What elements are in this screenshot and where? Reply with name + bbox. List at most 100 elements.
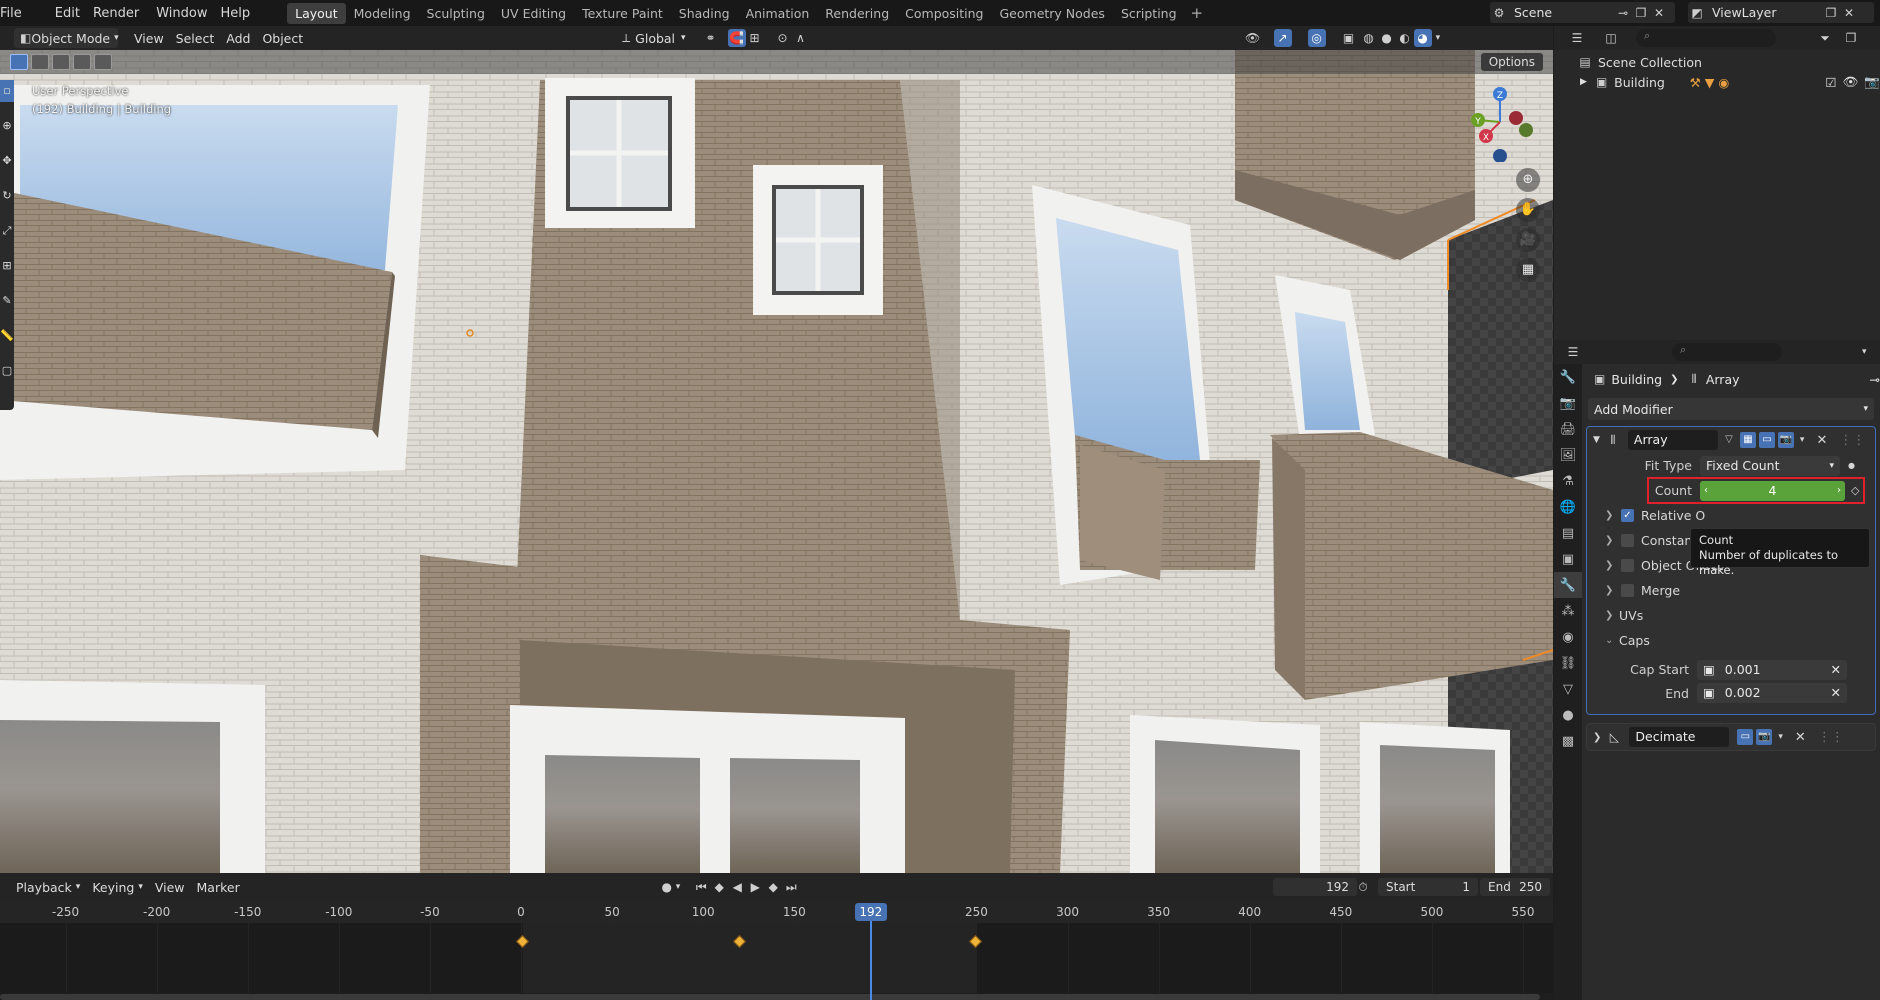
new-layer-icon[interactable]: ❐ [1822, 4, 1840, 22]
menu-object[interactable]: Object [256, 28, 309, 48]
wireframe-shading-icon[interactable]: ◍ [1360, 29, 1378, 47]
view-layer-selector[interactable]: ◩ ViewLayer ❐ ✕ [1688, 2, 1874, 23]
navigation-gizmo[interactable]: Z Y X [1460, 82, 1540, 162]
constant-offset-checkbox[interactable] [1621, 534, 1634, 547]
cap-end-field[interactable]: ▣ 0.002 ✕ [1697, 683, 1847, 703]
material-shading-icon[interactable]: ◐ [1396, 29, 1414, 47]
drag-handle-icon[interactable]: ⋮⋮ [1818, 730, 1844, 745]
menu-view[interactable]: View [149, 877, 191, 897]
delete-modifier-icon[interactable]: ✕ [1816, 433, 1827, 448]
record-icon[interactable]: ● [658, 878, 676, 896]
expand-chevron-icon[interactable]: ❯ [1593, 732, 1601, 743]
collection-tab-icon[interactable]: ▤ [1554, 520, 1582, 546]
object-offset-checkbox[interactable] [1621, 559, 1634, 572]
relative-offset-checkbox[interactable]: ✓ [1621, 509, 1634, 522]
data-tab-icon[interactable]: ▽ [1554, 676, 1582, 702]
xray-icon[interactable]: ▣ [1340, 29, 1358, 47]
menu-file[interactable]: File [0, 6, 31, 21]
timeline-scrollbar[interactable] [0, 994, 1540, 1000]
zoom-icon[interactable]: ⊕ [1516, 168, 1540, 192]
editor-type-icon[interactable]: ☰ [1568, 29, 1586, 47]
on-cage-icon[interactable]: ▽ [1721, 432, 1737, 448]
relative-offset-row[interactable]: ❯ ✓ Relative O [1587, 503, 1875, 528]
render-icon[interactable]: 📷 [1777, 432, 1794, 448]
render-camera-icon[interactable]: 📷 [1864, 74, 1880, 90]
mode-dropdown[interactable]: ◧ Object Mode ▾ [14, 28, 119, 48]
texture-tab-icon[interactable]: ▩ [1554, 728, 1582, 754]
object-tab-icon[interactable]: ▣ [1554, 546, 1582, 572]
current-frame-field[interactable]: 192 [1273, 878, 1357, 896]
display-mode-icon[interactable]: ◫ [1602, 29, 1620, 47]
menu-help[interactable]: Help [217, 6, 260, 21]
close-icon[interactable]: ✕ [1650, 4, 1668, 22]
play-icon[interactable]: ▶ [746, 878, 764, 896]
pin-icon[interactable]: ⊸ [1870, 372, 1880, 387]
timeline-tracks[interactable] [0, 923, 1553, 993]
options-dropdown[interactable]: Options [1480, 53, 1543, 71]
annotate-tool-icon[interactable]: ✎ [0, 290, 14, 312]
cursor-tool-icon[interactable]: ⊕ [0, 115, 14, 137]
expand-chevron-icon[interactable]: ❯ [1605, 535, 1617, 546]
caps-row[interactable]: ⌄ Caps [1587, 628, 1875, 653]
select-intersect-icon[interactable] [94, 54, 112, 70]
menu-render[interactable]: Render [89, 6, 148, 21]
falloff-icon[interactable]: ∧ [792, 29, 810, 47]
chevron-down-icon[interactable]: ▾ [1778, 732, 1783, 742]
expand-chevron-icon[interactable]: ❯ [1605, 610, 1617, 621]
world-tab-icon[interactable]: 🌐 [1554, 494, 1582, 520]
select-new-icon[interactable] [10, 54, 28, 70]
expand-chevron-icon[interactable]: ❯ [1605, 510, 1617, 521]
snap-target-icon[interactable]: ⊞ [746, 29, 764, 47]
playhead-frame-label[interactable]: 192 [854, 903, 887, 921]
properties-search-input[interactable]: ⌕ [1672, 343, 1782, 361]
select-invert-icon[interactable] [73, 54, 91, 70]
ortho-grid-icon[interactable]: ▦ [1516, 258, 1540, 282]
close-icon[interactable]: ✕ [1840, 4, 1858, 22]
add-modifier-button[interactable]: Add Modifier ▾ [1588, 398, 1874, 420]
chevron-down-icon[interactable]: ▾ [1800, 435, 1805, 445]
select-box-tool-icon[interactable]: ▫ [0, 80, 14, 102]
3d-viewport[interactable] [0, 50, 1553, 873]
tab-rendering[interactable]: Rendering [817, 3, 897, 24]
pivot-icon[interactable]: ⚭ [702, 29, 720, 47]
expand-chevron-icon[interactable]: ❯ [1605, 585, 1617, 596]
select-subtract-icon[interactable] [52, 54, 70, 70]
gizmo-icon[interactable]: ↗ [1273, 29, 1292, 47]
delete-modifier-icon[interactable]: ✕ [1795, 730, 1806, 745]
exclude-checkbox-icon[interactable]: ☑ [1825, 75, 1836, 90]
add-workspace-icon[interactable]: + [1185, 4, 1210, 22]
pin-icon[interactable]: ⊸ [1614, 4, 1632, 22]
solid-shading-icon[interactable]: ● [1378, 29, 1396, 47]
chevron-down-icon[interactable]: ▾ [1436, 33, 1441, 43]
render-tab-icon[interactable]: 📷 [1554, 390, 1582, 416]
menu-playback[interactable]: Playback ▾ [10, 877, 86, 897]
fit-type-dropdown[interactable]: Fixed Count ▾ [1700, 455, 1840, 476]
new-scene-icon[interactable]: ❐ [1632, 4, 1650, 22]
render-icon[interactable]: 📷 [1756, 729, 1773, 745]
material-tab-icon[interactable]: ● [1554, 702, 1582, 728]
tab-compositing[interactable]: Compositing [897, 3, 991, 24]
stopwatch-icon[interactable]: ⏱ [1354, 878, 1372, 896]
menu-marker[interactable]: Marker [191, 877, 246, 897]
tab-shading[interactable]: Shading [671, 3, 738, 24]
scene-collection-row[interactable]: ▤ Scene Collection [1554, 52, 1880, 72]
select-extend-icon[interactable] [31, 54, 49, 70]
tab-uv-editing[interactable]: UV Editing [493, 3, 574, 24]
tab-sculpting[interactable]: Sculpting [419, 3, 493, 24]
menu-window[interactable]: Window [148, 6, 216, 21]
end-frame-field[interactable]: End 250 [1480, 878, 1550, 896]
tab-geometry-nodes[interactable]: Geometry Nodes [992, 3, 1113, 24]
tab-scripting[interactable]: Scripting [1113, 3, 1185, 24]
visibility-icon[interactable]: 👁 [1244, 29, 1262, 47]
new-collection-icon[interactable]: ❐ [1842, 29, 1860, 47]
eye-icon[interactable]: 👁 [1843, 74, 1859, 90]
playhead[interactable] [869, 913, 872, 1000]
measure-tool-icon[interactable]: 📏 [0, 325, 14, 347]
modifier-tab-icon[interactable]: 🔧 [1554, 572, 1582, 598]
collapse-chevron-icon[interactable]: ▼ [1593, 435, 1600, 445]
realtime-icon[interactable]: ▭ [1737, 729, 1754, 745]
view-layer-name[interactable]: ViewLayer [1712, 5, 1822, 20]
filter-icon[interactable]: ⏷ [1816, 29, 1834, 47]
outliner-search-input[interactable]: ⌕ [1636, 29, 1776, 47]
scene-selector[interactable]: ⚙ Scene ⊸ ❐ ✕ [1490, 2, 1675, 23]
